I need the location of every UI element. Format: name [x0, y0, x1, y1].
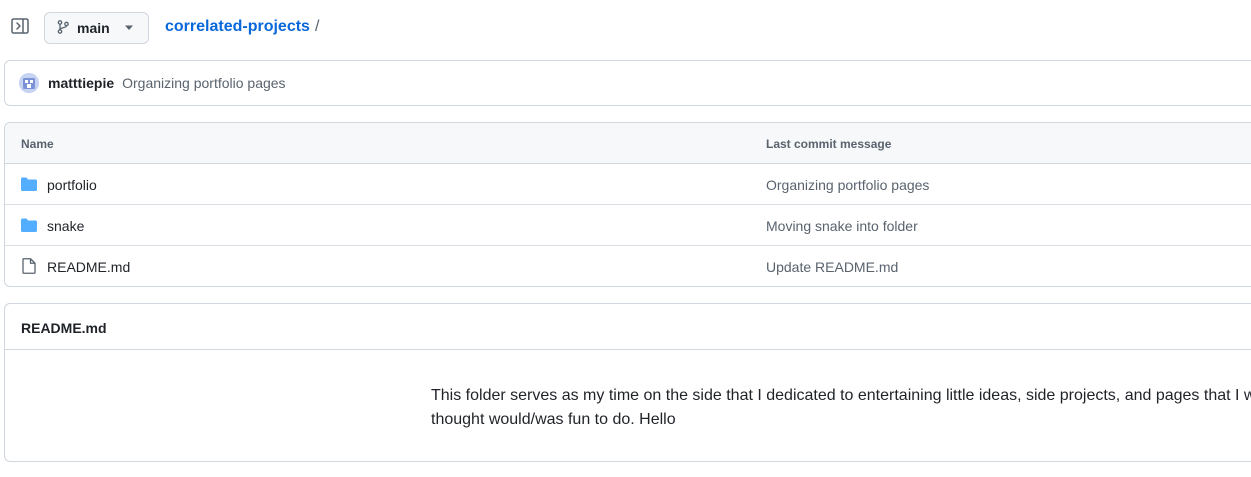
- git-branch-icon: [57, 19, 69, 37]
- breadcrumb-repo-link[interactable]: correlated-projects: [165, 18, 310, 36]
- triangle-down-icon: [124, 25, 134, 31]
- table-row[interactable]: README.md Update README.md: [5, 246, 1251, 286]
- table-row[interactable]: portfolio Organizing portfolio pages: [5, 164, 1251, 205]
- readme-content: This folder serves as my time on the sid…: [431, 384, 1251, 432]
- commit-message[interactable]: Organizing portfolio pages: [122, 75, 285, 91]
- branch-name: main: [77, 20, 110, 36]
- file-name-link[interactable]: README.md: [47, 259, 130, 275]
- file-table: Name Last commit message portfolio Organ…: [4, 122, 1251, 287]
- column-header-name: Name: [21, 137, 54, 151]
- readme-line: thought would/was fun to do. Hello: [431, 411, 676, 428]
- file-icon: [21, 258, 37, 274]
- readme-header: README.md: [5, 304, 1251, 350]
- file-name-link[interactable]: portfolio: [47, 177, 97, 193]
- table-row[interactable]: snake Moving snake into folder: [5, 205, 1251, 246]
- folder-icon: [21, 176, 37, 192]
- avatar[interactable]: [19, 73, 39, 93]
- breadcrumb: correlated-projects /: [165, 18, 319, 36]
- sidebar-expand-icon: [11, 17, 29, 39]
- file-commit-message[interactable]: Moving snake into folder: [766, 218, 918, 234]
- branch-selector-button[interactable]: main: [44, 12, 149, 44]
- file-commit-message[interactable]: Organizing portfolio pages: [766, 177, 929, 193]
- breadcrumb-separator: /: [314, 18, 320, 35]
- sidebar-toggle-button[interactable]: [10, 17, 30, 39]
- latest-commit-bar: matttiepie Organizing portfolio pages: [4, 60, 1251, 106]
- readme-title[interactable]: README.md: [21, 320, 107, 336]
- column-header-last-commit: Last commit message: [766, 137, 892, 151]
- top-bar: main correlated-projects /: [0, 0, 1251, 58]
- file-name-link[interactable]: snake: [47, 218, 84, 234]
- folder-icon: [21, 217, 37, 233]
- readme-panel: README.md This folder serves as my time …: [4, 303, 1251, 462]
- commit-author[interactable]: matttiepie: [48, 75, 114, 91]
- readme-line: This folder serves as my time on the sid…: [431, 387, 1251, 404]
- table-header: Name Last commit message: [5, 123, 1251, 164]
- file-commit-message[interactable]: Update README.md: [766, 259, 898, 275]
